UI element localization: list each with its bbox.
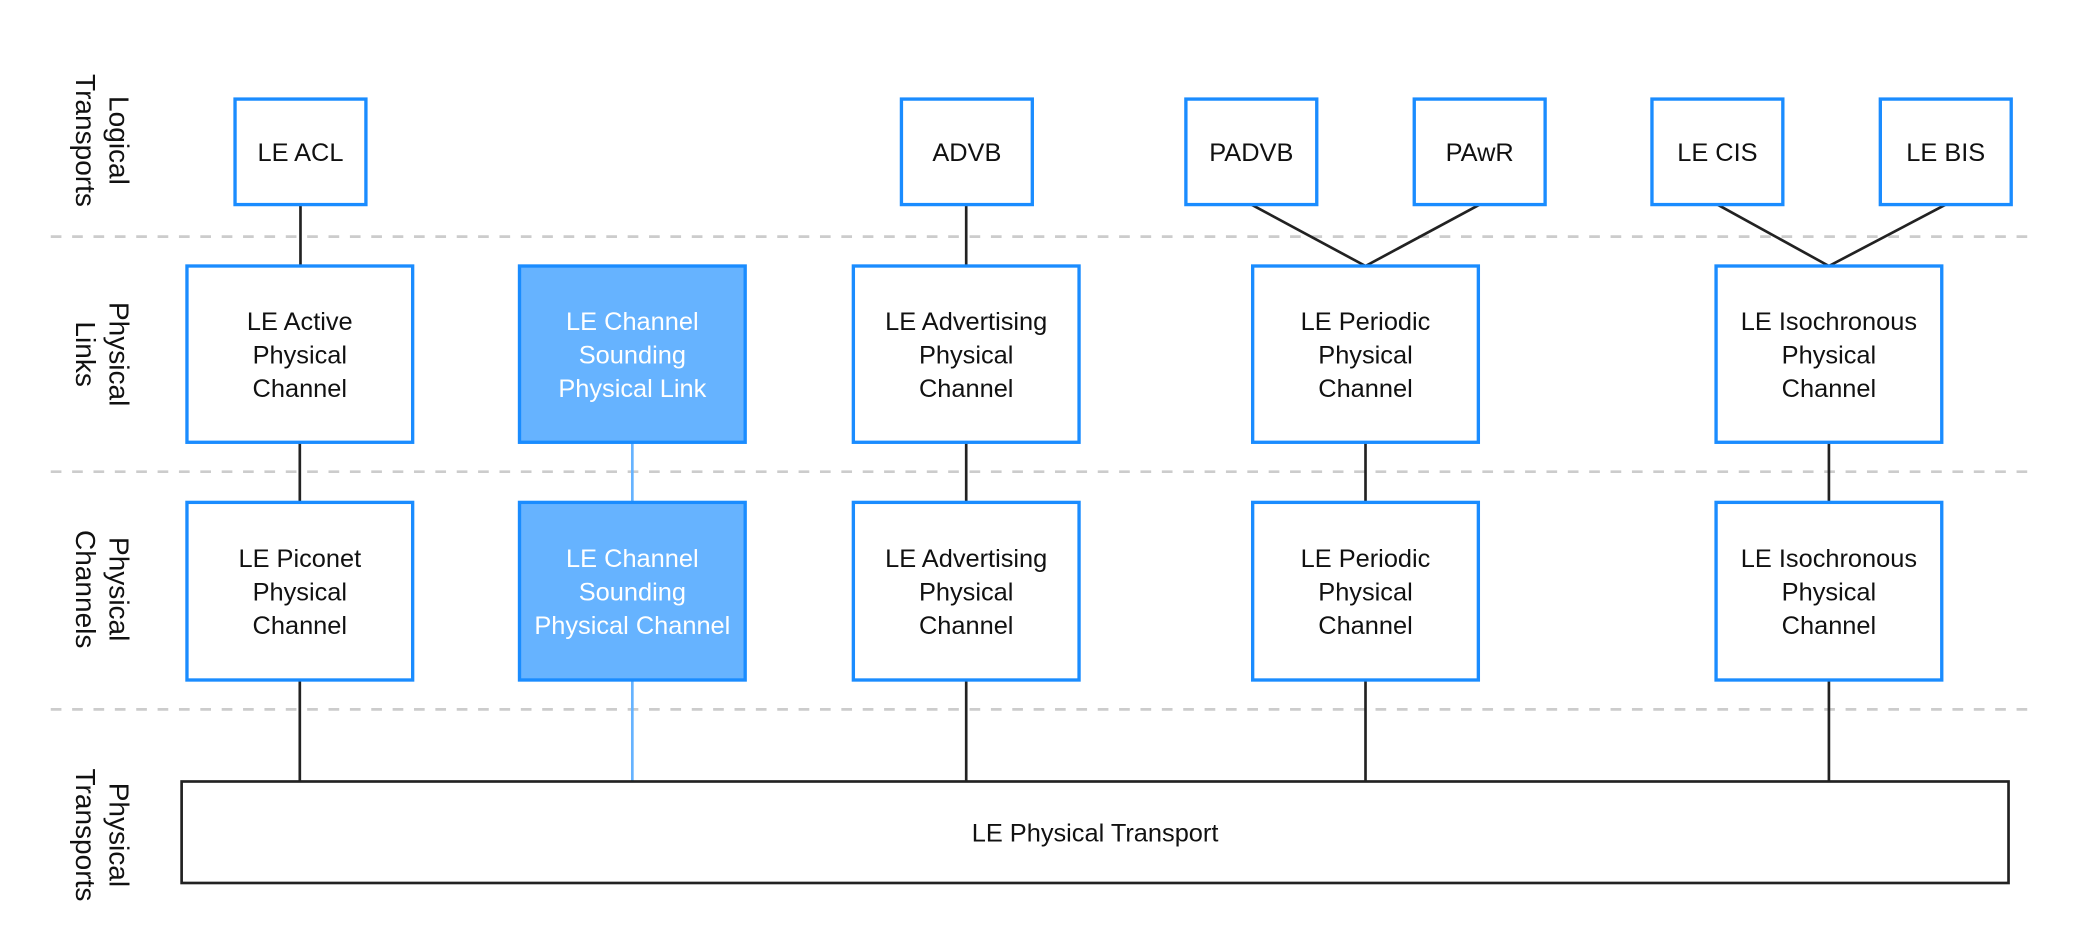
row-labels: LogicalTransports PhysicalLinks PhysicalCh… [70, 74, 134, 901]
le-cis-box: LE CIS [1650, 97, 1785, 207]
advb-box: ADVB [899, 97, 1034, 207]
nodes: LE ACL ADVB PADVB PAwR LE CIS LE BIS LE Active… [185, 97, 2013, 682]
le-bis-box: LE BIS [1878, 97, 2013, 207]
row-label: PhysicalTransports [70, 768, 134, 901]
padvb-box: PADVB [1184, 97, 1319, 207]
le-active-physical-channel-box: LE Active Physical Channel [185, 264, 415, 444]
physical-transport-label: LE Physical Transport [972, 820, 1219, 848]
le-cs-physical-link-label: LE Channel Sounding Physical Link [558, 308, 706, 403]
row-label: PhysicalLinks [70, 302, 134, 406]
le-isochronous-physical-channel-link-box: LE Isochronous Physical Channel [1714, 264, 1944, 444]
le-piconet-physical-channel-label: LE Piconet Physical Channel [238, 545, 361, 640]
physical-transport-box: LE Physical Transport [180, 780, 2010, 885]
le-transport-architecture-diagram: LE ACL ADVB PADVB PAwR LE CIS LE BIS LE Active… [50, 74, 2033, 901]
le-acl-label: LE ACL [257, 139, 343, 167]
row-label: LogicalTransports [70, 74, 134, 207]
le-active-physical-channel-label: LE Active Physical Channel [247, 308, 353, 403]
le-periodic-physical-channel-link-box: LE Periodic Physical Channel [1250, 264, 1481, 444]
le-cis-label: LE CIS [1677, 139, 1757, 167]
padvb-label: PADVB [1209, 139, 1293, 167]
le-isochronous-physical-channel-box: LE Isochronous Physical Channel [1714, 500, 1944, 682]
pawr-label: PAwR [1446, 139, 1514, 167]
advb-label: ADVB [932, 139, 1001, 167]
le-cs-physical-channel-box: LE Channel Sounding Physical Channel [517, 500, 747, 682]
le-advertising-physical-channel-link-box: LE Advertising Physical Channel [851, 264, 1081, 444]
le-bis-label: LE BIS [1906, 139, 1985, 167]
row-label: PhysicalChannels [70, 530, 134, 648]
connector-line [1250, 203, 1367, 268]
le-advertising-physical-channel-box: LE Advertising Physical Channel [851, 500, 1081, 682]
le-acl-box: LE ACL [233, 97, 368, 207]
le-periodic-physical-channel-link-label: LE Periodic Physical Channel [1301, 308, 1431, 403]
le-piconet-physical-channel-box: LE Piconet Physical Channel [185, 500, 415, 682]
le-cs-physical-link-box: LE Channel Sounding Physical Link [517, 264, 747, 444]
pawr-box: PAwR [1412, 97, 1547, 207]
le-periodic-physical-channel-label: LE Periodic Physical Channel [1301, 545, 1431, 640]
le-periodic-physical-channel-box: LE Periodic Physical Channel [1250, 500, 1481, 682]
